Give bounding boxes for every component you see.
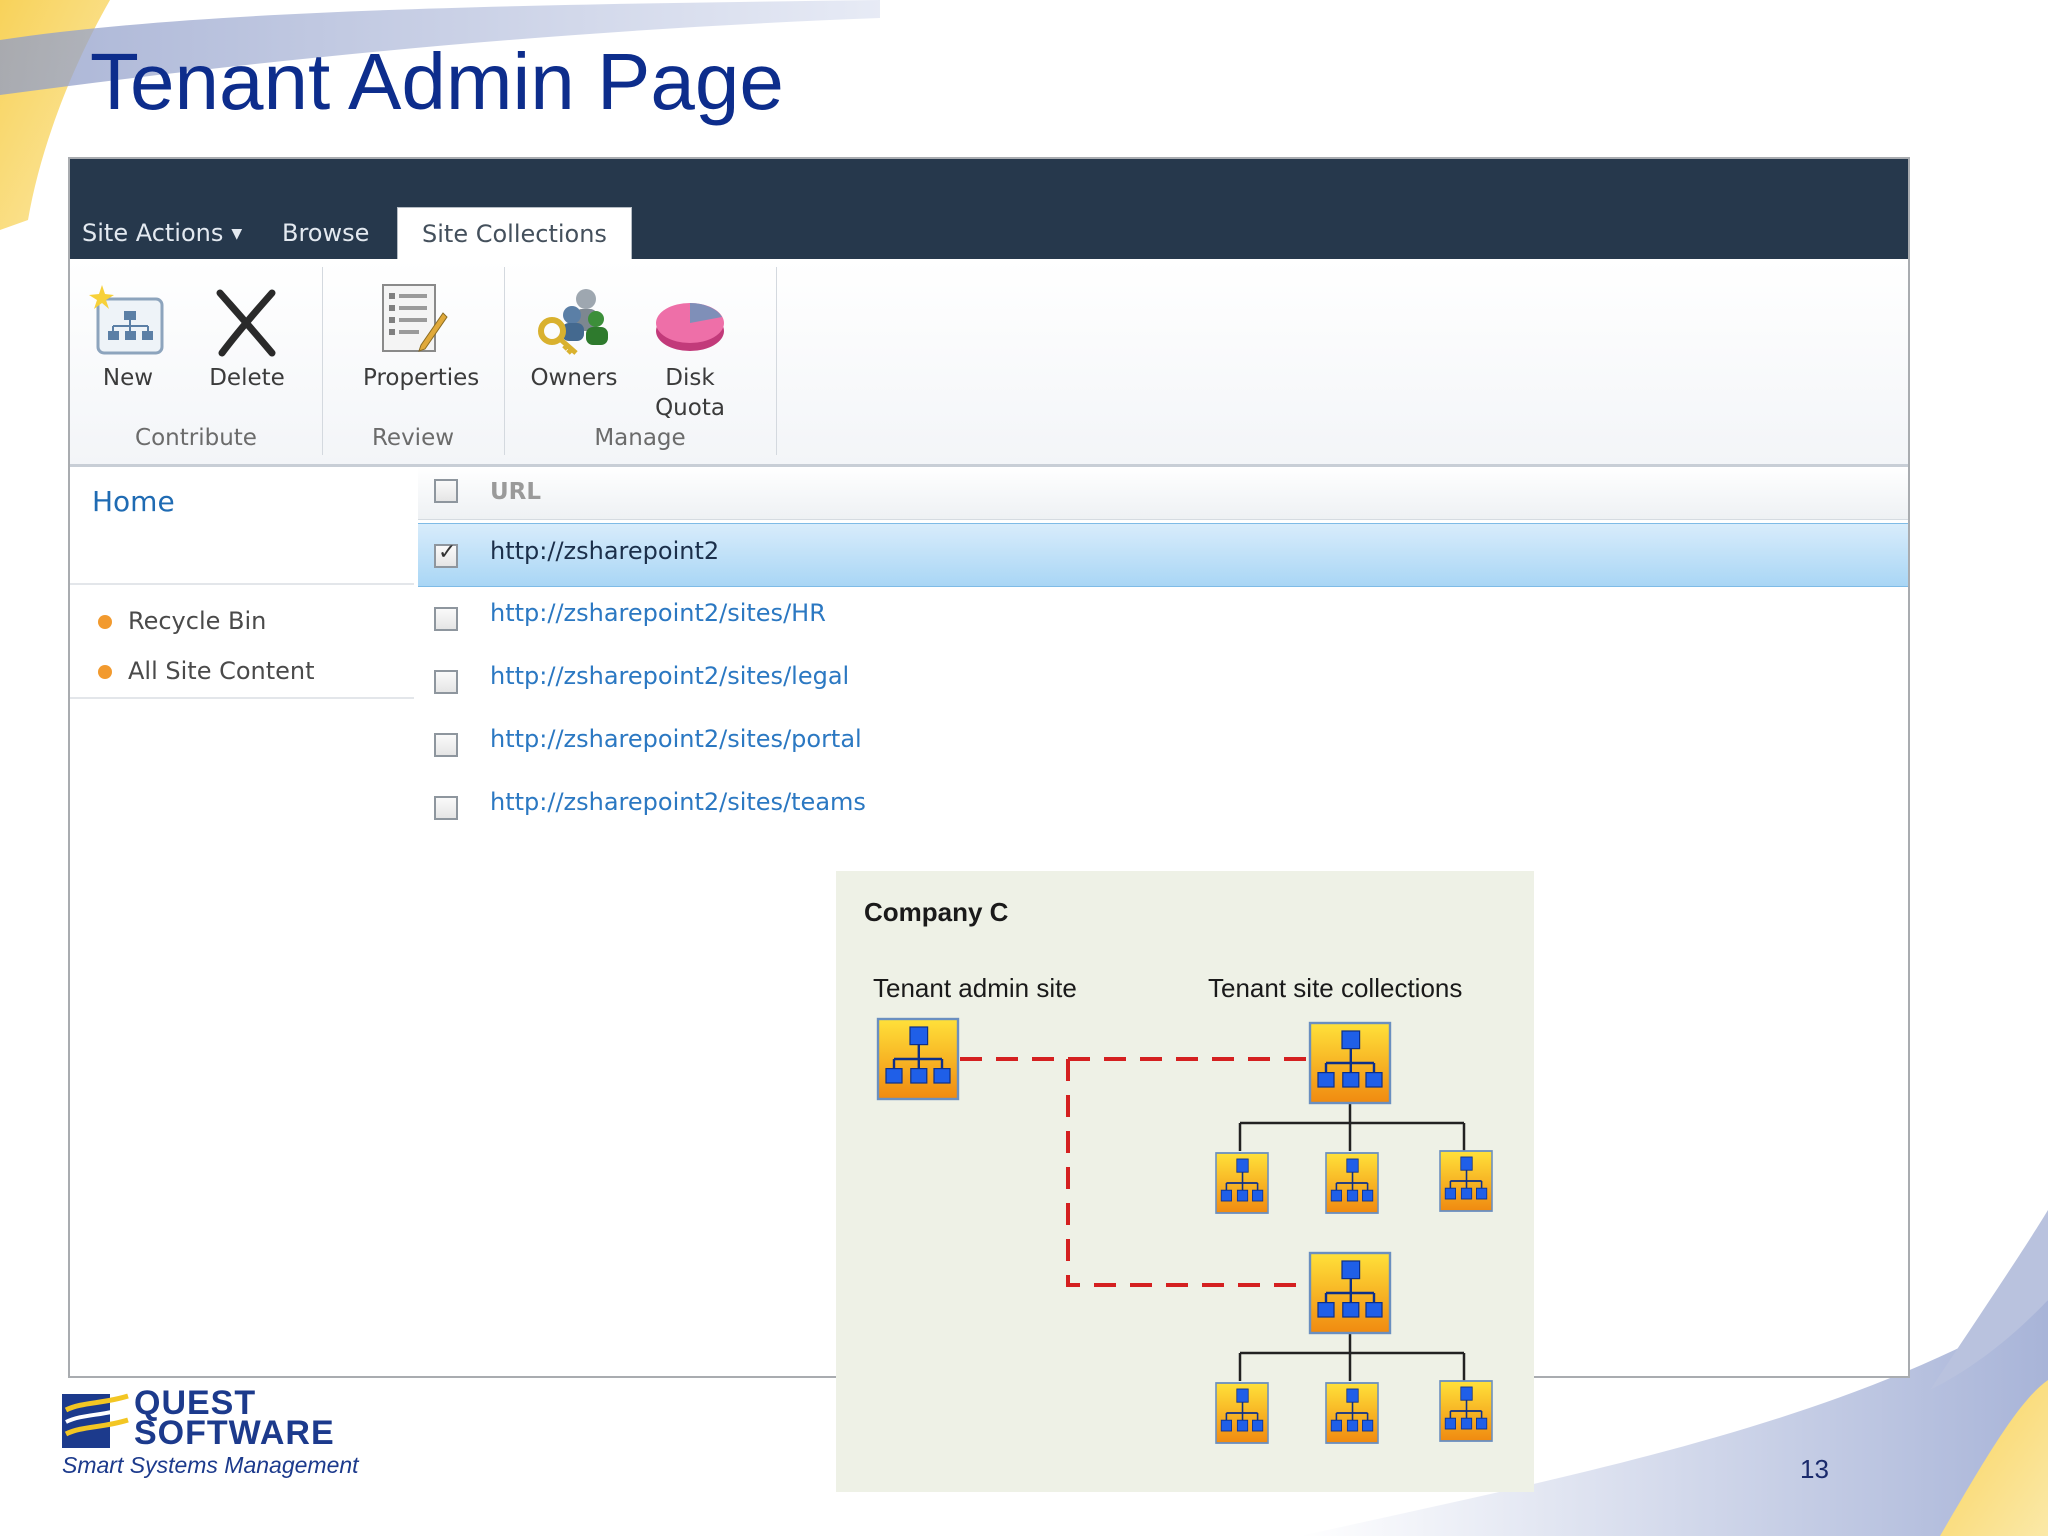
ribbon-tab-bar: Site Actions ▼ Browse Site Collections bbox=[70, 159, 1908, 260]
subsite-icon bbox=[1215, 1382, 1269, 1444]
ribbon: New Delete Contribute Properties Review … bbox=[70, 259, 1908, 467]
tab-site-actions[interactable]: Site Actions ▼ bbox=[82, 209, 242, 257]
row-checkbox[interactable]: ✓ bbox=[434, 540, 458, 568]
nav-item-label: Recycle Bin bbox=[128, 607, 267, 635]
new-site-icon bbox=[89, 285, 164, 355]
company-diagram: Company C Tenant admin site Tenant site … bbox=[836, 871, 1534, 1492]
site-collection-icon bbox=[1308, 1251, 1392, 1335]
tab-site-collections[interactable]: Site Collections bbox=[397, 207, 632, 260]
row-checkbox[interactable] bbox=[434, 733, 458, 757]
new-button[interactable]: New bbox=[78, 267, 178, 393]
delete-button[interactable]: Delete bbox=[197, 267, 297, 393]
ribbon-group-contribute: New Delete Contribute bbox=[70, 267, 323, 455]
nav-item-recycle-bin[interactable]: Recycle Bin bbox=[98, 607, 266, 635]
properties-button[interactable]: Properties bbox=[363, 267, 480, 393]
tenant-admin-site-icon bbox=[876, 1017, 960, 1101]
group-label-review: Review bbox=[371, 425, 455, 451]
properties-button-label: Properties bbox=[363, 365, 480, 391]
delete-icon bbox=[216, 289, 276, 357]
owners-button-label: Owners bbox=[530, 365, 618, 391]
logo-wordmark: QUEST SOFTWARE bbox=[134, 1386, 335, 1450]
tenant-site-collections-label: Tenant site collections bbox=[1208, 973, 1463, 1003]
quest-software-logo: QUEST SOFTWARE Smart Systems Management bbox=[62, 1386, 392, 1486]
disk-quota-button[interactable]: Disk Quota bbox=[640, 267, 740, 423]
tab-browse[interactable]: Browse bbox=[282, 209, 369, 257]
logo-line2: SOFTWARE bbox=[134, 1414, 335, 1452]
list-header: URL bbox=[418, 467, 1908, 520]
disk-quota-label-line1: Disk bbox=[665, 365, 715, 391]
row-url-link[interactable]: http://zsharepoint2/sites/HR bbox=[490, 599, 826, 627]
list-row[interactable]: ✓ http://zsharepoint2 bbox=[418, 523, 1908, 587]
subsite-icon bbox=[1439, 1150, 1493, 1212]
bullet-icon bbox=[98, 615, 112, 629]
checkmark-icon: ✓ bbox=[438, 540, 457, 565]
site-collection-icon bbox=[1308, 1021, 1392, 1105]
row-url-link[interactable]: http://zsharepoint2/sites/portal bbox=[490, 725, 862, 753]
nav-bottom-divider bbox=[70, 697, 414, 699]
owners-button[interactable]: Owners bbox=[524, 267, 624, 393]
page-number: 13 bbox=[1800, 1454, 1829, 1484]
list-row[interactable]: http://zsharepoint2/sites/teams bbox=[418, 778, 1908, 840]
nav-divider bbox=[70, 583, 414, 585]
new-button-label: New bbox=[102, 365, 154, 391]
owners-icon bbox=[538, 289, 608, 355]
row-checkbox[interactable] bbox=[434, 670, 458, 694]
list-row[interactable]: http://zsharepoint2/sites/portal bbox=[418, 715, 1908, 777]
select-all-checkbox[interactable] bbox=[434, 479, 458, 503]
left-navigation: Home Recycle Bin All Site Content bbox=[70, 465, 414, 705]
row-checkbox[interactable] bbox=[434, 796, 458, 820]
logo-tagline: Smart Systems Management bbox=[62, 1452, 359, 1478]
tab-site-actions-label: Site Actions bbox=[82, 219, 224, 247]
row-url-link[interactable]: http://zsharepoint2 bbox=[490, 537, 719, 565]
delete-button-label: Delete bbox=[209, 365, 285, 391]
list-row[interactable]: http://zsharepoint2/sites/legal bbox=[418, 652, 1908, 714]
diagram-title: Company C bbox=[864, 897, 1009, 927]
slide-title: Tenant Admin Page bbox=[90, 37, 784, 126]
row-url-link[interactable]: http://zsharepoint2/sites/legal bbox=[490, 662, 849, 690]
diagram-graphic bbox=[876, 1017, 1493, 1444]
subsite-icon bbox=[1215, 1152, 1269, 1214]
subsite-icon bbox=[1325, 1382, 1379, 1444]
row-checkbox[interactable] bbox=[434, 607, 458, 631]
quest-logo-mark-icon bbox=[62, 1393, 129, 1448]
tenant-admin-site-label: Tenant admin site bbox=[873, 973, 1077, 1003]
disk-quota-label-line2: Quota bbox=[655, 395, 725, 421]
ribbon-group-review: Properties Review bbox=[322, 267, 505, 455]
ribbon-group-manage: Owners Disk Quota Manage bbox=[504, 267, 777, 455]
disk-quota-icon bbox=[656, 303, 724, 351]
nav-item-label: All Site Content bbox=[128, 657, 315, 685]
subsite-icon bbox=[1439, 1380, 1493, 1442]
disk-quota-button-label: Disk Quota bbox=[640, 363, 740, 423]
nav-home-link[interactable]: Home bbox=[92, 485, 175, 518]
chevron-down-icon: ▼ bbox=[231, 226, 243, 242]
nav-item-all-site-content[interactable]: All Site Content bbox=[98, 657, 315, 685]
column-header-url[interactable]: URL bbox=[490, 479, 541, 505]
bullet-icon bbox=[98, 665, 112, 679]
row-url-link[interactable]: http://zsharepoint2/sites/teams bbox=[490, 788, 866, 816]
group-label-manage: Manage bbox=[594, 425, 686, 451]
list-row[interactable]: http://zsharepoint2/sites/HR bbox=[418, 589, 1908, 651]
group-label-contribute: Contribute bbox=[135, 425, 257, 451]
properties-icon bbox=[382, 284, 448, 352]
subsite-icon bbox=[1325, 1152, 1379, 1214]
